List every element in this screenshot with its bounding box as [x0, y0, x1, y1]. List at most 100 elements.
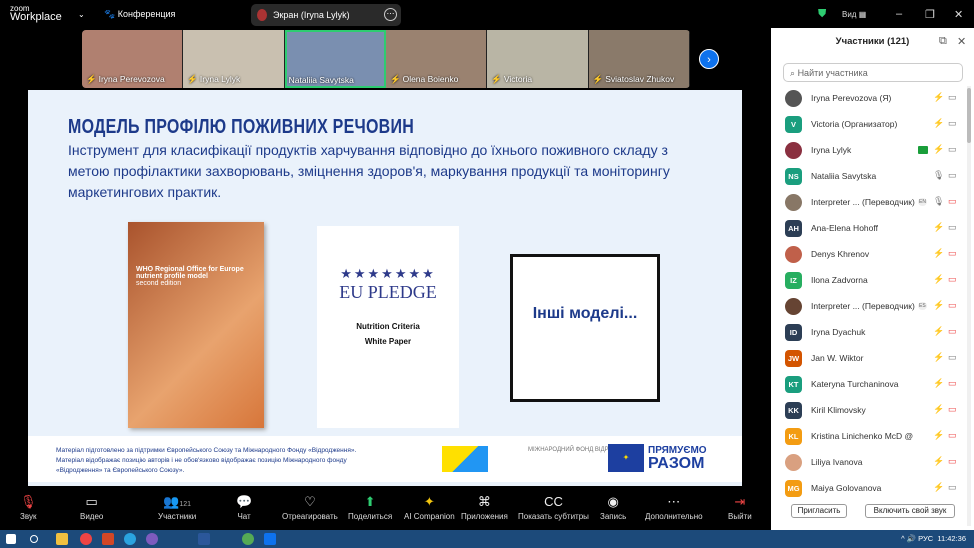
search-icon[interactable]: [30, 535, 38, 543]
restore-button[interactable]: ❐: [925, 8, 935, 21]
toolbar-button-9[interactable]: ◉ Запись: [600, 492, 626, 521]
toolbar-button-10[interactable]: ⋯ Дополнительно: [645, 492, 703, 521]
participant-search-input[interactable]: ⌕ Найти участника: [783, 63, 963, 82]
scrollbar[interactable]: [967, 86, 971, 526]
muted-mic-icon[interactable]: ⚡: [933, 378, 944, 389]
popout-icon[interactable]: ⧉: [939, 35, 947, 48]
meeting-menu[interactable]: 🐾 Конференция: [104, 9, 175, 20]
video-icon[interactable]: ▭: [948, 222, 957, 233]
video-tile[interactable]: Nataliia Savytska: [284, 30, 386, 88]
video-off-icon[interactable]: ▭: [948, 378, 957, 389]
participant-row[interactable]: Liliya Ivanova ⚡ ▭: [771, 450, 967, 476]
muted-mic-icon[interactable]: ⚡: [933, 274, 944, 285]
muted-mic-icon[interactable]: ⚡: [933, 404, 944, 415]
minimize-button[interactable]: –: [896, 8, 902, 20]
video-off-icon[interactable]: ▭: [948, 430, 957, 441]
next-page-button[interactable]: ›: [699, 49, 719, 69]
video-off-icon[interactable]: ▭: [948, 456, 957, 467]
participant-row[interactable]: AH Ana-Elena Hohoff ⚡ ▭: [771, 216, 967, 242]
close-icon[interactable]: ✕: [957, 35, 966, 48]
muted-mic-icon[interactable]: ⚡: [933, 300, 944, 311]
video-tile[interactable]: ⚡ Iryna Perevozova: [82, 30, 184, 88]
video-icon[interactable]: ▭: [948, 118, 957, 129]
mic-muted-icon: 🎙: [20, 494, 37, 509]
zoom-taskbar-icon[interactable]: [264, 533, 276, 545]
muted-mic-icon[interactable]: ⚡: [933, 118, 944, 129]
muted-mic-icon[interactable]: ⚡: [933, 482, 944, 493]
toolbar-button-11[interactable]: ⇥ Выйти: [728, 492, 752, 521]
video-tile[interactable]: ⚡ Iryna Lylyk: [183, 30, 285, 88]
muted-mic-icon[interactable]: ⚡: [933, 352, 944, 363]
participant-row[interactable]: KL Kristina Linichenko McD @ ⚡ ▭: [771, 424, 967, 450]
mic-icon[interactable]: 🎙︎: [933, 170, 944, 181]
participant-row[interactable]: KT Kateryna Turchaninova ⚡ ▭: [771, 372, 967, 398]
muted-mic-icon[interactable]: ⚡: [933, 92, 944, 103]
participant-row[interactable]: IZ Ilona Zadvorna ⚡ ▭: [771, 268, 967, 294]
video-tile[interactable]: ⚡ Sviatoslav Zhukov: [588, 30, 690, 88]
video-icon[interactable]: ▭: [948, 144, 957, 155]
toolbar-button-1[interactable]: ▭ Видео: [80, 492, 103, 521]
unmute-button[interactable]: Включить свой звук: [865, 504, 955, 518]
more-options-icon[interactable]: ⋯: [384, 8, 397, 21]
word-icon[interactable]: [198, 533, 210, 545]
screen-share-indicator[interactable]: Экран (Iryna Lylyk) ⋯: [251, 4, 401, 26]
participant-row[interactable]: NS Nataliia Savytska 🎙︎ ▭: [771, 164, 967, 190]
video-icon[interactable]: ▭: [948, 352, 957, 363]
mic-icon[interactable]: 🎙︎: [933, 196, 944, 207]
invite-button[interactable]: Пригласить: [791, 504, 847, 518]
video-tile[interactable]: ⚡ Victoria: [487, 30, 589, 88]
toolbar-button-3[interactable]: 💬 Чат: [236, 492, 252, 521]
participant-row[interactable]: Iryna Lylyk ⚡ ▭: [771, 138, 967, 164]
toolbar-button-6[interactable]: ✦ AI Companion: [404, 492, 455, 521]
video-off-icon[interactable]: ▭: [948, 248, 957, 259]
video-off-icon[interactable]: ▭: [948, 274, 957, 285]
participant-name: Interpreter ... (Переводчик): [811, 197, 915, 207]
toolbar-button-8[interactable]: CC Показать субтитры: [518, 492, 589, 521]
participant-row[interactable]: Denys Khrenov ⚡ ▭: [771, 242, 967, 268]
video-icon[interactable]: ▭: [948, 482, 957, 493]
muted-mic-icon[interactable]: ⚡: [933, 430, 944, 441]
toolbar-button-0[interactable]: 🎙 Звук: [20, 492, 37, 521]
participant-row[interactable]: Iryna Perevozova (Я) ⚡ ▭: [771, 86, 967, 112]
chrome-icon[interactable]: [80, 533, 92, 545]
toolbar-button-4[interactable]: ♡ Отреагировать: [282, 492, 338, 521]
toolbar-button-7[interactable]: ⌘ Приложения: [461, 492, 508, 521]
video-off-icon[interactable]: ▭: [948, 404, 957, 415]
participant-row[interactable]: V Victoria (Организатор) ⚡ ▭: [771, 112, 967, 138]
participant-row[interactable]: Interpreter ... (Переводчик) EN 🎙︎ ▭: [771, 190, 967, 216]
participant-row[interactable]: Interpreter ... (Переводчик) ES ⚡ ▭: [771, 294, 967, 320]
participant-name: Denys Khrenov: [811, 249, 870, 259]
toolbar-label: Поделиться: [348, 512, 393, 521]
participant-row[interactable]: ID Iryna Dyachuk ⚡ ▭: [771, 320, 967, 346]
video-off-icon[interactable]: ▭: [948, 326, 957, 337]
view-button[interactable]: Вид ▦: [842, 10, 866, 19]
language-indicator[interactable]: РУС: [918, 534, 933, 543]
windows-start-icon[interactable]: [6, 534, 16, 544]
participant-name: ⚡ Iryna Lylyk: [187, 74, 241, 84]
search-icon: ⌕: [790, 68, 796, 78]
muted-mic-icon[interactable]: ⚡: [933, 248, 944, 259]
participant-name: Nataliia Savytska: [811, 171, 877, 181]
muted-mic-icon[interactable]: ⚡: [933, 222, 944, 233]
participant-row[interactable]: KK Kiril Klimovsky ⚡ ▭: [771, 398, 967, 424]
toolbar-button-5[interactable]: ⬆ Поделиться: [348, 492, 392, 521]
telegram-icon[interactable]: [124, 533, 136, 545]
close-button[interactable]: ✕: [954, 8, 963, 21]
viber-icon[interactable]: [146, 533, 158, 545]
participant-row[interactable]: MG Maiya Golovanova ⚡ ▭: [771, 476, 967, 502]
file-explorer-icon[interactable]: [56, 533, 68, 545]
video-tile[interactable]: ⚡ Olena Boienko: [385, 30, 488, 88]
shield-icon[interactable]: ⛊: [818, 8, 826, 21]
muted-mic-icon[interactable]: ⚡: [933, 144, 944, 155]
video-off-icon[interactable]: ▭: [948, 196, 957, 207]
video-icon[interactable]: ▭: [948, 92, 957, 103]
powerpoint-icon[interactable]: [102, 533, 114, 545]
video-icon[interactable]: ▭: [948, 170, 957, 181]
participant-row[interactable]: JW Jan W. Wiktor ⚡ ▭: [771, 346, 967, 372]
app-icon[interactable]: [242, 533, 254, 545]
muted-mic-icon[interactable]: ⚡: [933, 456, 944, 467]
toolbar-button-2[interactable]: 👥121 Участники: [158, 492, 196, 521]
muted-mic-icon[interactable]: ⚡: [933, 326, 944, 337]
chevron-down-icon[interactable]: ⌄: [78, 10, 85, 19]
video-off-icon[interactable]: ▭: [948, 300, 957, 311]
